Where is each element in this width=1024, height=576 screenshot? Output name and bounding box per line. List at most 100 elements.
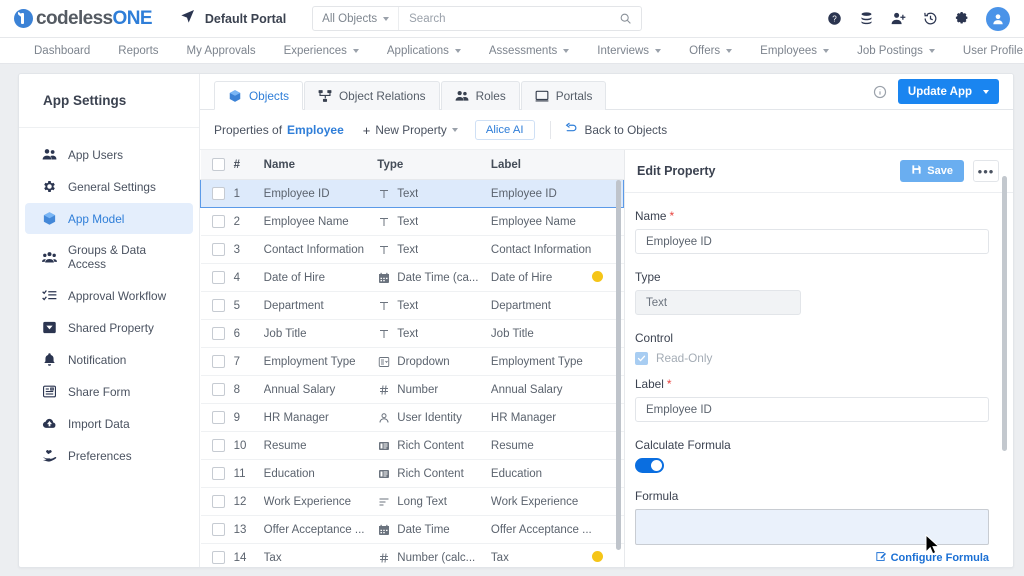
history-icon[interactable] — [922, 10, 939, 27]
row-checkbox[interactable] — [211, 243, 225, 256]
info-circle-icon[interactable] — [873, 85, 887, 99]
tab-object-relations[interactable]: Object Relations — [304, 81, 440, 110]
table-row[interactable]: 13 Offer Acceptance ... Date Time Offer … — [200, 515, 624, 544]
table-row[interactable]: 9 HR Manager User Identity HR Manager — [200, 403, 624, 432]
update-app-label: Update App — [907, 85, 972, 98]
add-user-icon[interactable] — [890, 10, 907, 27]
logo-mark-icon — [14, 9, 33, 28]
row-checkbox[interactable] — [211, 439, 225, 452]
nav-item-interviews[interactable]: Interviews — [583, 45, 675, 57]
row-checkbox[interactable] — [211, 215, 225, 228]
nav-item-job-postings[interactable]: Job Postings — [843, 45, 949, 57]
row-checkbox[interactable] — [211, 299, 225, 312]
row-checkbox[interactable] — [211, 383, 225, 396]
row-number: 1 — [233, 179, 264, 208]
new-property-button[interactable]: + New Property — [363, 123, 458, 138]
row-number: 4 — [233, 263, 264, 292]
search-input[interactable] — [399, 12, 620, 25]
nav-item-dashboard[interactable]: Dashboard — [20, 45, 104, 57]
sidebar-item-import-data[interactable]: Import Data — [25, 408, 193, 439]
table-row[interactable]: 7 Employment Type Dropdown Employment Ty… — [200, 347, 624, 376]
tab-objects[interactable]: Objects — [214, 81, 303, 110]
calculate-formula-toggle[interactable] — [635, 458, 664, 473]
nav-item-offers[interactable]: Offers — [675, 45, 746, 57]
sidebar-item-share-form[interactable]: Share Form — [25, 376, 193, 407]
field-control: Control Read-Only — [635, 331, 989, 365]
sidebar-item-shared-property[interactable]: Shared Property — [25, 312, 193, 343]
sidebar-item-approval-workflow[interactable]: Approval Workflow — [25, 280, 193, 311]
table-row[interactable]: 1 Employee ID Text Employee ID — [200, 179, 624, 208]
nav-label: Assessments — [488, 44, 558, 57]
sidebar-item-general-settings[interactable]: General Settings — [25, 171, 193, 202]
table-row[interactable]: 3 Contact Information Text Contact Infor… — [200, 235, 624, 264]
row-checkbox[interactable] — [211, 467, 225, 480]
row-checkbox-cell — [200, 459, 234, 488]
nav-item-my-approvals[interactable]: My Approvals — [173, 45, 270, 57]
update-app-button[interactable]: Update App — [897, 79, 999, 104]
row-name: Contact Information — [263, 243, 365, 256]
tab-portals[interactable]: Portals — [520, 81, 607, 110]
row-label: Annual Salary — [490, 383, 563, 396]
main-navigation: Dashboard Reports My Approvals Experienc… — [0, 38, 1024, 64]
table-scrollbar[interactable] — [616, 180, 621, 550]
table-row[interactable]: 2 Employee Name Text Employee Name — [200, 207, 624, 236]
label-input[interactable] — [635, 397, 989, 422]
sidebar-item-preferences[interactable]: Preferences — [25, 440, 193, 471]
row-checkbox[interactable] — [211, 411, 225, 424]
table-row[interactable]: 11 Education Rich Content Education — [200, 459, 624, 488]
gear-icon[interactable] — [954, 10, 971, 27]
name-input[interactable] — [635, 229, 989, 254]
row-checkbox[interactable] — [211, 271, 225, 284]
row-type-cell: Text — [377, 291, 491, 320]
row-checkbox[interactable] — [211, 355, 225, 368]
help-circle-icon[interactable]: ? — [826, 10, 843, 27]
save-button[interactable]: Save — [900, 160, 964, 182]
table-row[interactable]: 6 Job Title Text Job Title — [200, 319, 624, 348]
nav-item-user-profile[interactable]: User Profile — [949, 45, 1024, 57]
object-filter-dropdown[interactable]: All Objects — [313, 7, 400, 30]
row-checkbox[interactable] — [211, 551, 225, 564]
avatar[interactable] — [986, 6, 1010, 31]
table-row[interactable]: 4 Date of Hire Date Time (ca... Date of … — [200, 263, 624, 292]
nav-item-reports[interactable]: Reports — [104, 45, 172, 57]
sidebar-item-notification[interactable]: Notification — [25, 344, 193, 375]
alice-ai-button[interactable]: Alice AI — [474, 120, 535, 140]
table-row[interactable]: 14 Tax Number (calc... Tax — [200, 543, 624, 567]
row-label: Employee Name — [490, 215, 576, 228]
search-icon[interactable] — [619, 12, 641, 25]
nav-item-employees[interactable]: Employees — [746, 45, 843, 57]
logo[interactable]: codelessONE — [14, 8, 153, 30]
object-name-link[interactable]: Employee — [287, 123, 344, 137]
configure-formula-link[interactable]: Configure Formula — [635, 551, 989, 565]
table-row[interactable]: 5 Department Text Department — [200, 291, 624, 320]
sidebar-item-groups-data-access[interactable]: Groups & Data Access — [25, 235, 193, 279]
nav-item-assessments[interactable]: Assessments — [475, 45, 583, 57]
field-label-text: Label — [635, 377, 664, 391]
row-checkbox[interactable] — [211, 327, 225, 340]
more-options-button[interactable]: ••• — [973, 160, 999, 182]
panel-scrollbar[interactable] — [1002, 176, 1007, 451]
sidebar-item-app-users[interactable]: App Users — [25, 139, 193, 170]
nav-item-applications[interactable]: Applications — [373, 45, 475, 57]
back-to-objects-button[interactable]: Back to Objects — [564, 122, 667, 138]
select-all-checkbox[interactable] — [211, 158, 225, 171]
row-checkbox[interactable] — [211, 523, 225, 536]
table-row[interactable]: 10 Resume Rich Content Resume — [200, 431, 624, 460]
sidebar-item-app-model[interactable]: App Model — [25, 203, 193, 234]
formula-textarea[interactable] — [635, 509, 989, 545]
portal-selector[interactable]: Default Portal — [180, 8, 286, 29]
table-row[interactable]: 12 Work Experience Long Text Work Experi… — [200, 487, 624, 516]
row-checkbox[interactable] — [212, 187, 225, 200]
row-checkbox-cell — [200, 291, 234, 320]
tab-roles[interactable]: Roles — [440, 81, 520, 110]
readonly-checkbox-row[interactable]: Read-Only — [635, 351, 989, 365]
nav-item-experiences[interactable]: Experiences — [270, 45, 373, 57]
top-header: codelessONE Default Portal All Objects ? — [0, 0, 1024, 38]
row-checkbox[interactable] — [211, 495, 225, 508]
table-row[interactable]: 8 Annual Salary Number Annual Salary — [200, 375, 624, 404]
row-checkbox-cell — [200, 375, 234, 404]
number-icon — [377, 383, 390, 396]
row-label: Work Experience — [490, 495, 579, 508]
sidebar: App Settings App Users General Settings — [19, 74, 200, 567]
database-icon[interactable] — [858, 10, 875, 27]
